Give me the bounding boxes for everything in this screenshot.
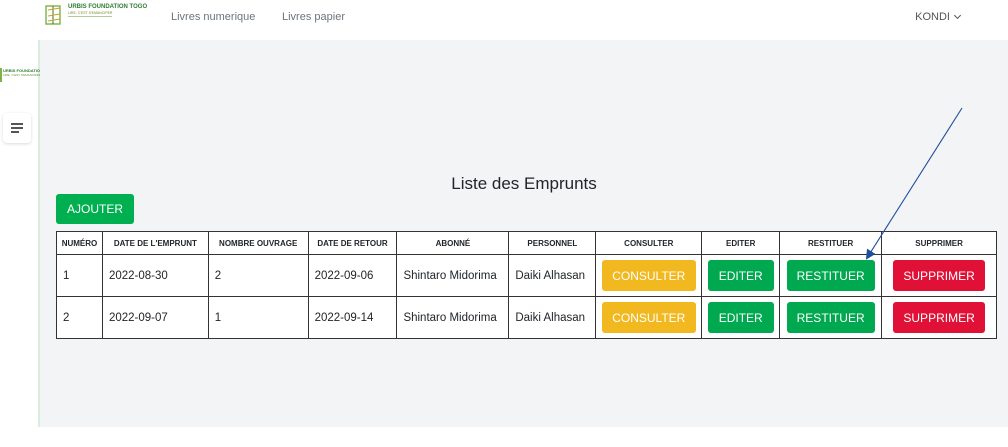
sidebar-logo[interactable]: URBIS FOUNDATION TOGO LIRE, C'EST S'EMAN… <box>0 68 56 82</box>
header-date-retour: DATE DE RETOUR <box>307 231 398 255</box>
table-row: 1 2022-08-30 2 2022-09-06 Shintaro Midor… <box>56 254 997 297</box>
supprimer-button[interactable]: SUPPRIMER <box>893 260 986 291</box>
header-nombre-ouvrage: NOMBRE OUVRAGE <box>207 231 309 255</box>
header-date-emprunt: DATE DE L'EMPRUNT <box>101 231 209 255</box>
header-restituer: RESTITUER <box>779 231 883 255</box>
consulter-button[interactable]: CONSULTER <box>601 302 696 333</box>
cell-personnel: Daiki Alhasan <box>508 296 597 339</box>
cell-supprimer: SUPPRIMER <box>881 254 997 297</box>
table-header-row: NUMÉRO DATE DE L'EMPRUNT NOMBRE OUVRAGE … <box>56 231 997 255</box>
brand-tagline: LIRE, C'EST S'EMANCIPER <box>68 11 113 15</box>
main-content: Liste des Emprunts AJOUTER NUMÉRO DATE D… <box>40 40 1008 427</box>
cell-personnel: Daiki Alhasan <box>508 254 597 297</box>
cell-editer: EDITER <box>701 296 781 339</box>
cell-numero: 1 <box>56 254 103 297</box>
sidebar-logo-tagline: LIRE, C'EST S'EMANCIPER <box>3 73 42 77</box>
cell-date-emprunt: 2022-09-07 <box>101 296 209 339</box>
hamburger-icon <box>11 123 23 125</box>
cell-consulter: CONSULTER <box>595 254 703 297</box>
header-consulter: CONSULTER <box>595 231 703 255</box>
cell-supprimer: SUPPRIMER <box>881 296 997 339</box>
add-button[interactable]: AJOUTER <box>56 194 134 224</box>
header-personnel: PERSONNEL <box>508 231 597 255</box>
top-navbar: URBIS FOUNDATION TOGO LIRE, C'EST S'EMAN… <box>0 0 1008 40</box>
emprunts-table: NUMÉRO DATE DE L'EMPRUNT NOMBRE OUVRAGE … <box>56 231 997 339</box>
cell-consulter: CONSULTER <box>595 296 703 339</box>
editer-button[interactable]: EDITER <box>707 260 774 291</box>
brand-name: URBIS FOUNDATION TOGO <box>68 4 148 10</box>
supprimer-button[interactable]: SUPPRIMER <box>893 302 986 333</box>
editer-button[interactable]: EDITER <box>707 302 774 333</box>
sidebar <box>0 40 40 447</box>
cell-numero: 2 <box>56 296 103 339</box>
cell-abonne: Shintaro Midorima <box>396 254 510 297</box>
brand-logo[interactable]: URBIS FOUNDATION TOGO LIRE, C'EST S'EMAN… <box>44 4 147 26</box>
restituer-button[interactable]: RESTITUER <box>786 260 875 291</box>
cell-restituer: RESTITUER <box>779 254 883 297</box>
nav-link-livres-numerique[interactable]: Livres numerique <box>171 11 255 23</box>
book-logo-icon <box>44 4 64 26</box>
chevron-down-icon <box>953 11 962 20</box>
cell-date-emprunt: 2022-08-30 <box>101 254 209 297</box>
user-name: KONDI <box>915 11 950 23</box>
brand-tagline-rule <box>68 16 112 19</box>
restituer-button[interactable]: RESTITUER <box>786 302 875 333</box>
sidebar-logo-mark <box>0 68 2 82</box>
cell-nombre-ouvrage: 1 <box>207 296 309 339</box>
header-numero: NUMÉRO <box>56 231 103 255</box>
menu-toggle-button[interactable] <box>3 113 31 143</box>
cell-editer: EDITER <box>701 254 781 297</box>
consulter-button[interactable]: CONSULTER <box>601 260 696 291</box>
header-editer: EDITER <box>701 231 781 255</box>
page-title: Liste des Emprunts <box>451 174 597 193</box>
nav-link-livres-papier[interactable]: Livres papier <box>282 11 345 23</box>
cell-abonne: Shintaro Midorima <box>396 296 510 339</box>
cell-nombre-ouvrage: 2 <box>207 254 309 297</box>
header-abonne: ABONNÉ <box>396 231 510 255</box>
cell-date-retour: 2022-09-06 <box>307 254 398 297</box>
cell-date-retour: 2022-09-14 <box>307 296 398 339</box>
cell-restituer: RESTITUER <box>779 296 883 339</box>
table-row: 2 2022-09-07 1 2022-09-14 Shintaro Midor… <box>56 296 997 339</box>
user-menu[interactable]: KONDI <box>915 11 962 23</box>
header-supprimer: SUPPRIMER <box>881 231 997 255</box>
